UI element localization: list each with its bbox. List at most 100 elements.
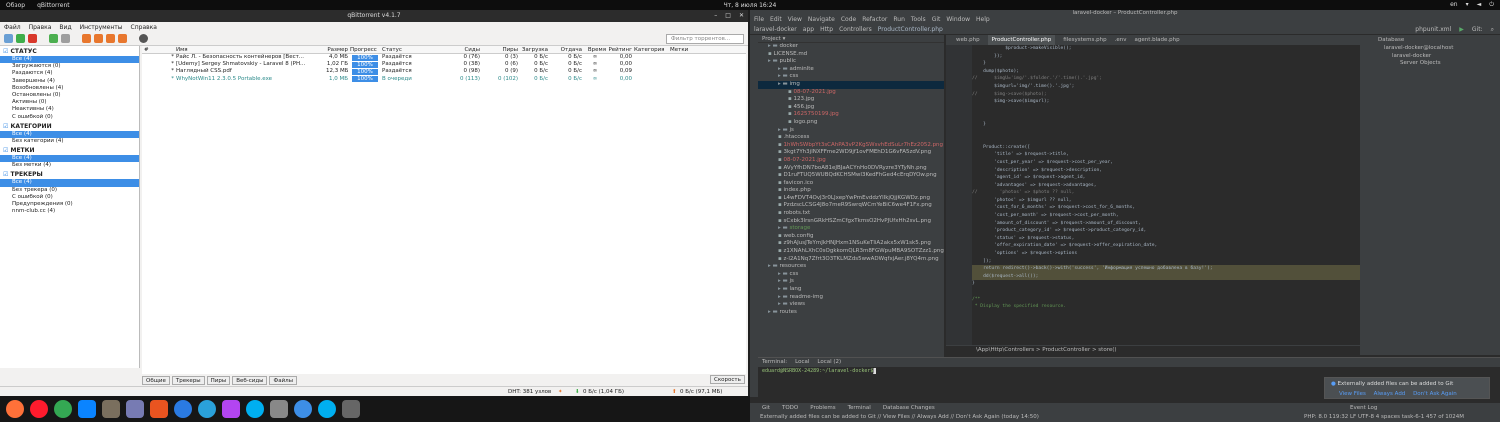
tree-folder[interactable]: ▸ ▬ docker xyxy=(758,43,944,51)
sidebar-item-trackers[interactable]: Все (4) xyxy=(0,179,139,187)
help-icon[interactable] xyxy=(174,400,192,418)
tree-folder[interactable]: ▸ ▬ js xyxy=(758,278,944,286)
system-tray[interactable]: en ▾ ◄ ⏻ xyxy=(1450,1,1494,9)
sidebar-item-categories[interactable]: Без категории (4) xyxy=(0,138,139,145)
sidebar-item-status[interactable]: Завершены (4) xyxy=(0,78,139,85)
tree-folder[interactable]: ▸ ▬ lang xyxy=(758,286,944,294)
db-item[interactable]: laravel-docker xyxy=(1378,53,1500,61)
sidebar-section-trackers[interactable]: ☑ ТРЕКЕРЫ xyxy=(0,171,139,179)
table-row[interactable]: * Наглядный CSS.pdf 12,3 МБ 100% Раздаётся 0 … xyxy=(142,68,746,75)
sidebar-item-tags[interactable]: Без метки (4) xyxy=(0,162,139,169)
sidebar-item-trackers[interactable]: Без трекера (0) xyxy=(0,187,139,194)
tree-folder[interactable]: ▸ ▬ public xyxy=(758,58,944,66)
add-link-icon[interactable] xyxy=(4,34,13,43)
ps-menu-item[interactable]: Edit xyxy=(770,16,782,24)
tool-window-button[interactable]: Database Changes xyxy=(883,404,935,413)
tree-folder[interactable]: ▸ ▬ img xyxy=(758,80,944,89)
speed-button[interactable]: Скорость xyxy=(710,375,745,384)
tree-file[interactable]: ▪ LICENSE.md xyxy=(758,51,944,59)
appstore-icon[interactable] xyxy=(150,400,168,418)
queue-down-icon[interactable] xyxy=(106,34,115,43)
tree-file[interactable]: ▪ AVyYfhDN7boA81eJBJaACYnHo0DVRyzre3YTyN… xyxy=(758,165,944,173)
clock[interactable]: Чт, 8 июля 16:24 xyxy=(722,2,778,9)
menu-item[interactable]: Инструменты xyxy=(80,24,123,31)
tree-folder[interactable]: ▸ ▬ adminlte xyxy=(758,66,944,74)
tree-file[interactable]: ▪ robots.txt xyxy=(758,210,944,218)
minimize-icon[interactable]: – xyxy=(714,10,717,22)
column-header[interactable]: Статус xyxy=(380,46,438,53)
menu-item[interactable]: Правка xyxy=(29,24,52,31)
ps-menu-item[interactable]: Run xyxy=(893,16,905,24)
properties-tab[interactable]: Трекеры xyxy=(171,375,205,385)
tree-file[interactable]: ▪ z1XNAhLXhC0sOgkkomQLR3m8FGWpuMBA9SOTZz… xyxy=(758,248,944,256)
menu-item[interactable]: Файл xyxy=(4,24,21,31)
settings-icon[interactable] xyxy=(270,400,288,418)
editor-tab[interactable]: agent.blade.php xyxy=(1134,35,1179,45)
tree-folder[interactable]: ▸ ▬ routes xyxy=(758,309,944,317)
tree-file[interactable]: ▪ web.config xyxy=(758,233,944,241)
dont-ask-link[interactable]: Don't Ask Again xyxy=(1413,391,1457,397)
ps-menu-item[interactable]: Code xyxy=(841,16,856,24)
sidebar-item-status[interactable]: Активны (0) xyxy=(0,99,139,106)
tree-file[interactable]: ▪ sCxbk3lrsnGRkHSZmCfgxTkmsO2HvPJUfxHh2s… xyxy=(758,218,944,226)
tree-folder[interactable]: ▸ ▬ js xyxy=(758,127,944,135)
right-tool-stripe[interactable] xyxy=(1360,45,1378,355)
left-tool-stripe[interactable] xyxy=(750,35,758,397)
editor-breadcrumb[interactable]: \App\Http\Controllers > ProductControlle… xyxy=(946,345,1360,354)
menu-item[interactable]: Вид xyxy=(59,24,71,31)
queue-top-icon[interactable] xyxy=(82,34,91,43)
screenshot-icon[interactable] xyxy=(342,400,360,418)
search-icon[interactable]: ⌕ xyxy=(1491,24,1494,35)
terminal-prompt[interactable]: eduard@NSRBOX-24289:~/laravel-docker$▏ xyxy=(758,367,1500,376)
editor-tab[interactable]: filesystems.php xyxy=(1063,35,1106,45)
nav-crumb[interactable]: laravel-docker xyxy=(754,24,797,34)
db-item[interactable]: Server Objects xyxy=(1378,60,1500,68)
skype-icon[interactable] xyxy=(246,400,264,418)
tree-file[interactable]: ▪ 08-07-2021.jpg xyxy=(758,157,944,165)
column-header[interactable]: Размер xyxy=(324,46,348,53)
nav-crumb[interactable]: app xyxy=(803,24,814,34)
always-add-link[interactable]: Always Add xyxy=(1374,391,1406,397)
close-icon[interactable]: ✕ xyxy=(739,10,744,22)
sidebar-section-tags[interactable]: ☑ МЕТКИ xyxy=(0,147,139,155)
ps-menu-item[interactable]: Window xyxy=(946,16,970,24)
tree-folder[interactable]: ▸ ▬ css xyxy=(758,271,944,279)
properties-tab[interactable]: Пиры xyxy=(206,375,231,385)
files-icon[interactable] xyxy=(102,400,120,418)
tree-folder[interactable]: ▸ ▬ resources xyxy=(758,263,944,271)
sidebar-item-trackers[interactable]: С ошибкой (0) xyxy=(0,194,139,201)
tree-file[interactable]: ▪ 456.jpg xyxy=(758,104,944,112)
column-header[interactable]: Сиды xyxy=(438,46,480,53)
column-header[interactable]: Пиры xyxy=(480,46,518,53)
properties-tab[interactable]: Веб-сиды xyxy=(232,375,268,385)
ps-menu-item[interactable]: Refactor xyxy=(862,16,887,24)
tree-file[interactable]: ▪ L4wFDVT4OvJ3r0LJxepYwPmEvddzYlIkjQjjKG… xyxy=(758,195,944,203)
tree-file[interactable]: ▪ index.php xyxy=(758,187,944,195)
network-icon[interactable]: ▾ xyxy=(1466,1,1469,9)
editor-tab[interactable]: web.php xyxy=(956,35,980,45)
nav-crumb[interactable]: ProductController.php xyxy=(878,24,943,34)
volume-icon[interactable]: ◄ xyxy=(1477,1,1482,9)
tree-file[interactable]: ▪ 3kgt7Yh3jlNXFFme2WD9jf1ovFMEhD1G6vFA5z… xyxy=(758,149,944,157)
column-header[interactable]: Отдача xyxy=(548,46,582,53)
db-item[interactable]: laravel-docker@localhost xyxy=(1378,45,1500,53)
settings-icon[interactable] xyxy=(139,34,148,43)
pause-icon[interactable] xyxy=(61,34,70,43)
sidebar-item-trackers[interactable]: nnm-club.cc (4) xyxy=(0,208,139,215)
column-header[interactable]: Имя xyxy=(174,46,324,53)
git-label[interactable]: Git: xyxy=(1472,24,1483,35)
ps-menu-item[interactable]: Help xyxy=(976,16,990,24)
view-files-link[interactable]: View Files xyxy=(1339,391,1366,397)
tree-file[interactable]: ▪ 1hWhSWbpYt3sCAhPA3vP2KgSWsvhEdSuLr7hEz… xyxy=(758,142,944,150)
nav-crumb[interactable]: Controllers xyxy=(839,24,872,34)
tree-file[interactable]: ▪ favicon.ico xyxy=(758,180,944,188)
tree-folder[interactable]: ▸ ▬ css xyxy=(758,73,944,81)
telegram-icon[interactable] xyxy=(198,400,216,418)
sidebar-item-status[interactable]: Остановлены (0) xyxy=(0,92,139,99)
terminal-tab[interactable]: Local xyxy=(795,358,809,367)
sidebar-item-tags[interactable]: Все (4) xyxy=(0,155,139,163)
tree-folder[interactable]: ▸ ▬ readme-img xyxy=(758,294,944,302)
ps-title-bar[interactable]: laravel-docker – ProductController.php xyxy=(750,10,1500,16)
tree-file[interactable]: ▪ z-l2A1Nq7Zfrt3O3TKLMZds5wwADWqfxjAer.j… xyxy=(758,256,944,264)
delete-icon[interactable] xyxy=(28,34,37,43)
